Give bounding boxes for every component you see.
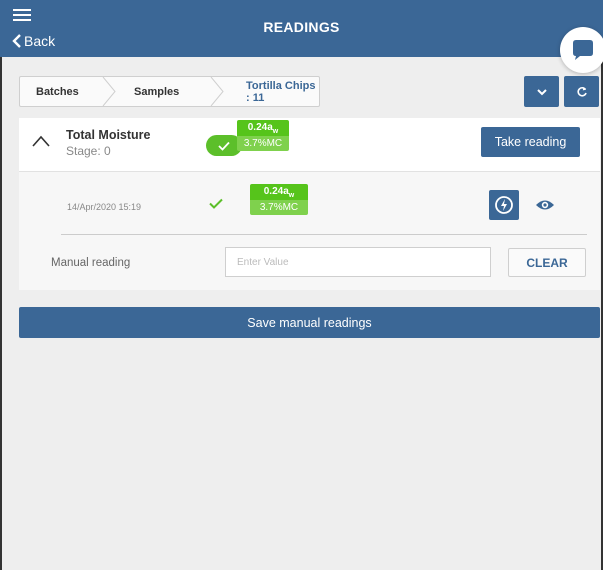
breadcrumb-current[interactable]: Tortilla Chips : 11: [222, 77, 319, 106]
chat-bubble-icon: [573, 40, 593, 60]
breadcrumb-samples[interactable]: Samples: [114, 77, 224, 106]
breadcrumb-batches[interactable]: Batches: [20, 77, 116, 106]
save-manual-readings-button[interactable]: Save manual readings: [19, 307, 600, 338]
sensor-stage: Stage: 0: [66, 144, 111, 158]
back-button[interactable]: Back: [12, 33, 55, 49]
reading-badge: 0.24aw 3.7%MC: [237, 120, 289, 151]
water-activity-value: 0.24aw: [250, 184, 308, 200]
chevron-left-icon: [12, 34, 21, 48]
refresh-icon: [576, 86, 587, 97]
page-title: READINGS: [263, 19, 340, 35]
collapse-caret-icon[interactable]: [32, 134, 50, 148]
moisture-content-value: 3.7%MC: [237, 136, 289, 151]
chat-button[interactable]: [560, 27, 603, 73]
back-label: Back: [24, 33, 56, 49]
dropdown-button[interactable]: [524, 76, 559, 107]
breadcrumb: Batches Samples Tortilla Chips : 11: [19, 76, 320, 107]
reading-badge: 0.24aw 3.7%MC: [250, 184, 308, 215]
manual-reading-label: Manual reading: [51, 257, 131, 269]
moisture-content-value: 3.7%MC: [250, 200, 308, 215]
clear-button[interactable]: CLEAR: [508, 248, 586, 277]
breadcrumb-label: Tortilla Chips : 11: [246, 79, 316, 104]
divider: [61, 234, 587, 235]
check-icon: [209, 198, 223, 209]
water-activity-value: 0.24aw: [237, 120, 289, 136]
top-bar: Back READINGS: [0, 0, 603, 57]
refresh-button[interactable]: [564, 76, 599, 107]
flash-icon: [495, 196, 513, 214]
sensor-card-header: Total Moisture Stage: 0 Take reading: [19, 118, 600, 172]
reading-timestamp: 14/Apr/2020 15:19: [67, 202, 142, 212]
chevron-down-icon: [536, 88, 547, 95]
breadcrumb-label: Samples: [134, 85, 180, 98]
eye-icon[interactable]: [535, 198, 555, 212]
sensor-card-body: 14/Apr/2020 15:19 Manual reading CLEAR: [19, 172, 600, 290]
take-reading-button[interactable]: Take reading: [481, 127, 580, 157]
manual-reading-input[interactable]: [225, 247, 491, 277]
check-icon: [218, 141, 230, 151]
breadcrumb-label: Batches: [36, 85, 79, 98]
sensor-name: Total Moisture: [66, 128, 151, 142]
flash-reading-button[interactable]: [489, 190, 519, 220]
